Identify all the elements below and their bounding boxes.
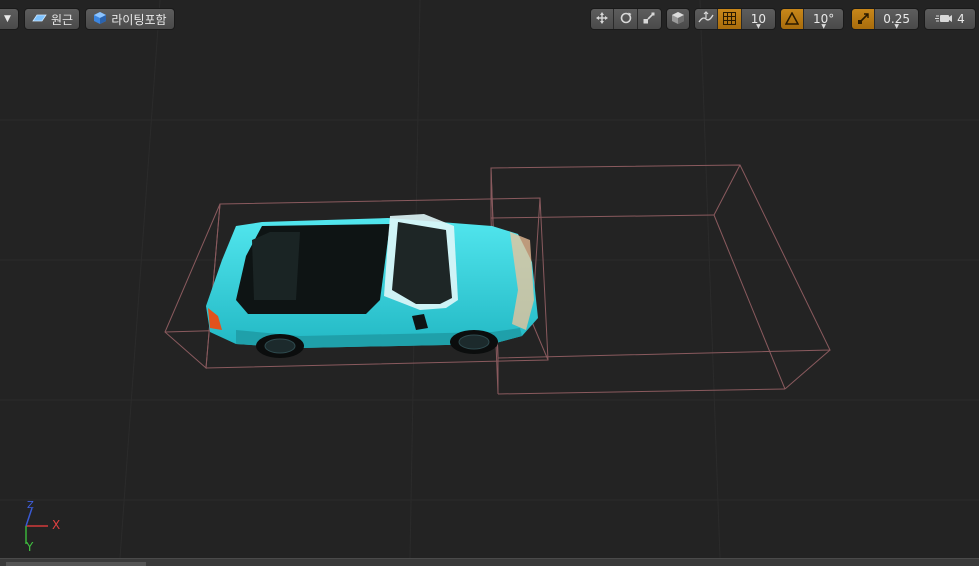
perspective-label: 원근 (50, 12, 74, 27)
grid-icon (723, 10, 737, 29)
translate-icon (595, 10, 609, 29)
perspective-icon (31, 12, 47, 26)
y-axis-label: Y (26, 540, 34, 554)
grid-snap-group: 10 ▼ (694, 8, 776, 30)
chevron-down-icon: ▼ (821, 23, 826, 30)
viewport-scene (0, 0, 979, 559)
scale-icon (642, 10, 656, 29)
grid-snap-toggle[interactable] (718, 9, 742, 29)
lighting-cube-icon (93, 11, 107, 28)
rotation-snap-icon (784, 10, 800, 29)
rotation-snap-value-dropdown[interactable]: 10° ▼ (804, 9, 843, 29)
surface-snap-icon (698, 10, 714, 29)
rotation-snap-toggle[interactable] (781, 9, 805, 29)
axis-gizmo: X Y Z (14, 500, 74, 556)
camera-speed-value: 4 (957, 12, 965, 26)
grid-snap-value-dropdown[interactable]: 10 ▼ (741, 9, 775, 30)
lighting-mode-label: 라이팅포함 (111, 12, 167, 27)
world-local-toggle-button[interactable] (666, 8, 690, 30)
scale-snap-toggle[interactable] (852, 9, 876, 29)
axis-gizmo-lines (25, 507, 48, 544)
scale-snap-group: 0.25 ▼ (851, 8, 919, 30)
z-axis-label: Z (27, 500, 34, 511)
camera-speed-icon (935, 12, 953, 27)
perspective-button[interactable]: 원근 (24, 8, 80, 30)
scale-snap-icon (857, 10, 870, 29)
translate-tool-button[interactable] (591, 9, 615, 29)
rotation-snap-group: 10° ▼ (780, 8, 844, 30)
chevron-down-icon: ▼ (894, 23, 899, 30)
bottom-panel-tab[interactable] (6, 562, 146, 566)
world-local-icon (671, 11, 685, 28)
chevron-down-icon: ▼ (756, 23, 761, 30)
camera-speed-button[interactable]: 4 (924, 8, 976, 30)
lighting-mode-button[interactable]: 라이팅포함 (85, 8, 175, 30)
rotate-tool-button[interactable] (614, 9, 638, 29)
scale-snap-value-dropdown[interactable]: 0.25 ▼ (875, 9, 918, 29)
surface-snap-button[interactable] (695, 9, 719, 29)
x-axis-label: X (52, 518, 61, 532)
transform-tools-group (590, 8, 662, 30)
viewport-options-button[interactable]: ▼ (0, 8, 19, 30)
convertible-car (206, 214, 538, 358)
3d-viewport[interactable] (0, 0, 979, 559)
dropdown-arrow-icon: ▼ (4, 14, 11, 24)
rotate-icon (619, 10, 633, 29)
scale-tool-button[interactable] (637, 9, 661, 29)
bottom-panel-edge (0, 558, 979, 566)
